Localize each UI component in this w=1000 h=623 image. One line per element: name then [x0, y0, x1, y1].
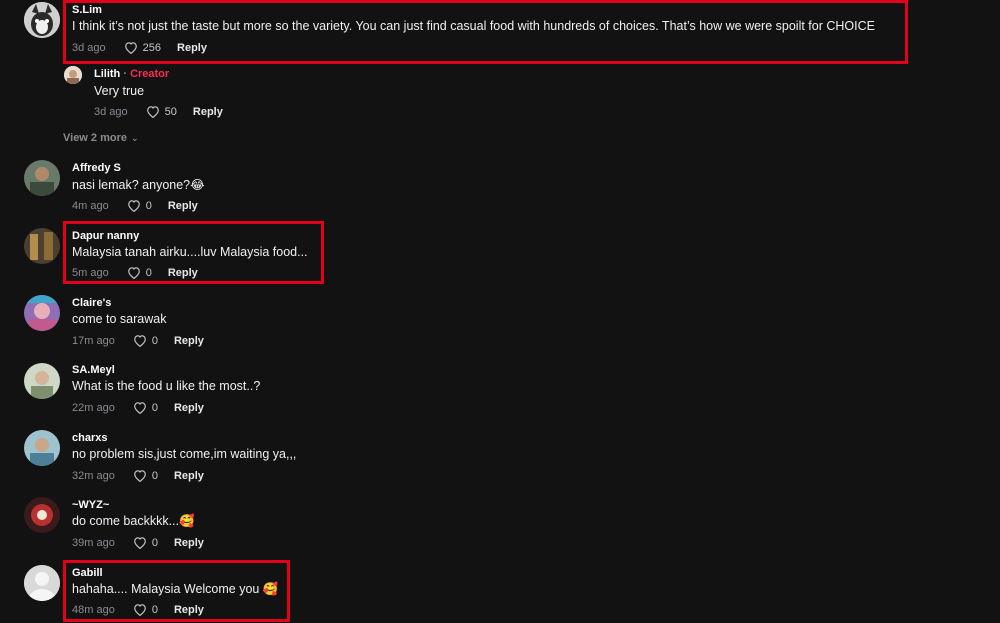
heart-icon — [133, 604, 146, 616]
comment-meta: 17m ago 0 Reply — [72, 334, 204, 347]
dog-avatar-icon — [24, 2, 60, 38]
like-count: 0 — [151, 334, 158, 347]
like-count: 0 — [145, 199, 152, 212]
reply-button[interactable]: Reply — [168, 267, 198, 279]
comment-text: What is the food u like the most..? — [72, 379, 261, 393]
reply-button[interactable]: Reply — [174, 604, 204, 616]
like-count: 256 — [142, 41, 162, 54]
avatar[interactable] — [64, 66, 82, 84]
like-button[interactable]: 50 — [146, 105, 177, 118]
reply-button[interactable]: Reply — [174, 402, 204, 414]
reply-button[interactable]: Reply — [174, 537, 204, 549]
timestamp: 39m ago — [72, 536, 115, 549]
profile-photo-icon — [24, 228, 60, 264]
like-count: 0 — [151, 603, 158, 616]
comment-text: hahaha.... Malaysia Welcome you 🥰 — [72, 582, 279, 596]
comment-meta: 48m ago 0 Reply — [72, 603, 204, 616]
heart-icon — [133, 402, 146, 414]
timestamp: 48m ago — [72, 603, 115, 616]
avatar[interactable] — [24, 430, 60, 466]
comment-text: do come backkkk...🥰 — [72, 514, 195, 528]
heart-icon — [133, 470, 146, 482]
profile-photo-icon — [24, 363, 60, 399]
comment-text: come to sarawak — [72, 312, 167, 326]
separator: · — [120, 68, 131, 80]
like-count: 50 — [164, 105, 177, 118]
username-row: Lilith · Creator — [94, 68, 169, 80]
username[interactable]: Claire's — [72, 297, 111, 309]
profile-photo-icon — [24, 160, 60, 196]
heart-icon — [146, 106, 159, 118]
comment-meta: 22m ago 0 Reply — [72, 401, 204, 414]
username[interactable]: Lilith — [94, 68, 120, 80]
profile-photo-icon — [24, 430, 60, 466]
timestamp: 17m ago — [72, 334, 115, 347]
comment-text: Very true — [94, 84, 145, 98]
timestamp: 3d ago — [94, 105, 128, 118]
comment-text: no problem sis,just come,im waiting ya,,… — [72, 447, 297, 461]
comment-text: I think it’s not just the taste but more… — [72, 19, 875, 33]
reply-button[interactable]: Reply — [177, 42, 207, 54]
timestamp: 32m ago — [72, 469, 115, 482]
like-button[interactable]: 0 — [133, 401, 158, 414]
avatar[interactable] — [24, 160, 60, 196]
username[interactable]: charxs — [72, 432, 107, 444]
username[interactable]: SA.Meyl — [72, 364, 115, 376]
timestamp: 22m ago — [72, 401, 115, 414]
timestamp: 3d ago — [72, 41, 106, 54]
username[interactable]: S.Lim — [72, 4, 102, 16]
like-button[interactable]: 0 — [127, 266, 152, 279]
comment-meta: 3d ago 256 Reply — [72, 41, 207, 54]
reply-button[interactable]: Reply — [174, 335, 204, 347]
reply-button[interactable]: Reply — [168, 200, 198, 212]
like-button[interactable]: 0 — [133, 603, 158, 616]
comment-meta: 4m ago 0 Reply — [72, 199, 198, 212]
timestamp: 4m ago — [72, 199, 109, 212]
like-button[interactable]: 256 — [124, 41, 161, 54]
profile-photo-icon — [64, 66, 82, 84]
profile-photo-icon — [24, 295, 60, 331]
comment-meta: 32m ago 0 Reply — [72, 469, 204, 482]
like-button[interactable]: 0 — [133, 469, 158, 482]
avatar[interactable] — [24, 228, 60, 264]
like-count: 0 — [145, 266, 152, 279]
view-more-replies[interactable]: View 2 more ⌄ — [63, 132, 139, 144]
like-count: 0 — [151, 469, 158, 482]
heart-icon — [127, 200, 140, 212]
username[interactable]: ~WYZ~ — [72, 499, 109, 511]
avatar[interactable] — [24, 363, 60, 399]
heart-icon — [124, 42, 137, 54]
avatar[interactable] — [24, 2, 60, 38]
like-button[interactable]: 0 — [133, 536, 158, 549]
comment-text: nasi lemak? anyone?😂 — [72, 178, 205, 192]
view-more-label: View 2 more — [63, 132, 127, 144]
like-count: 0 — [151, 401, 158, 414]
like-button[interactable]: 0 — [133, 334, 158, 347]
like-button[interactable]: 0 — [127, 199, 152, 212]
default-avatar-icon — [24, 565, 60, 601]
username[interactable]: Gabill — [72, 567, 103, 579]
profile-photo-icon — [24, 497, 60, 533]
avatar[interactable] — [24, 295, 60, 331]
comment-text: Malaysia tanah airku....luv Malaysia foo… — [72, 245, 308, 259]
comment-meta: 39m ago 0 Reply — [72, 536, 204, 549]
like-count: 0 — [151, 536, 158, 549]
avatar[interactable] — [24, 497, 60, 533]
timestamp: 5m ago — [72, 266, 109, 279]
creator-badge: Creator — [130, 68, 170, 80]
reply-button[interactable]: Reply — [174, 470, 204, 482]
avatar[interactable] — [24, 565, 60, 601]
heart-icon — [133, 537, 146, 549]
comment-meta: 5m ago 0 Reply — [72, 266, 198, 279]
comment-meta: 3d ago 50 Reply — [94, 105, 223, 118]
username[interactable]: Dapur nanny — [72, 230, 139, 242]
chevron-down-icon: ⌄ — [131, 132, 139, 143]
heart-icon — [127, 267, 140, 279]
reply-button[interactable]: Reply — [193, 106, 223, 118]
heart-icon — [133, 335, 146, 347]
username[interactable]: Affredy S — [72, 162, 121, 174]
